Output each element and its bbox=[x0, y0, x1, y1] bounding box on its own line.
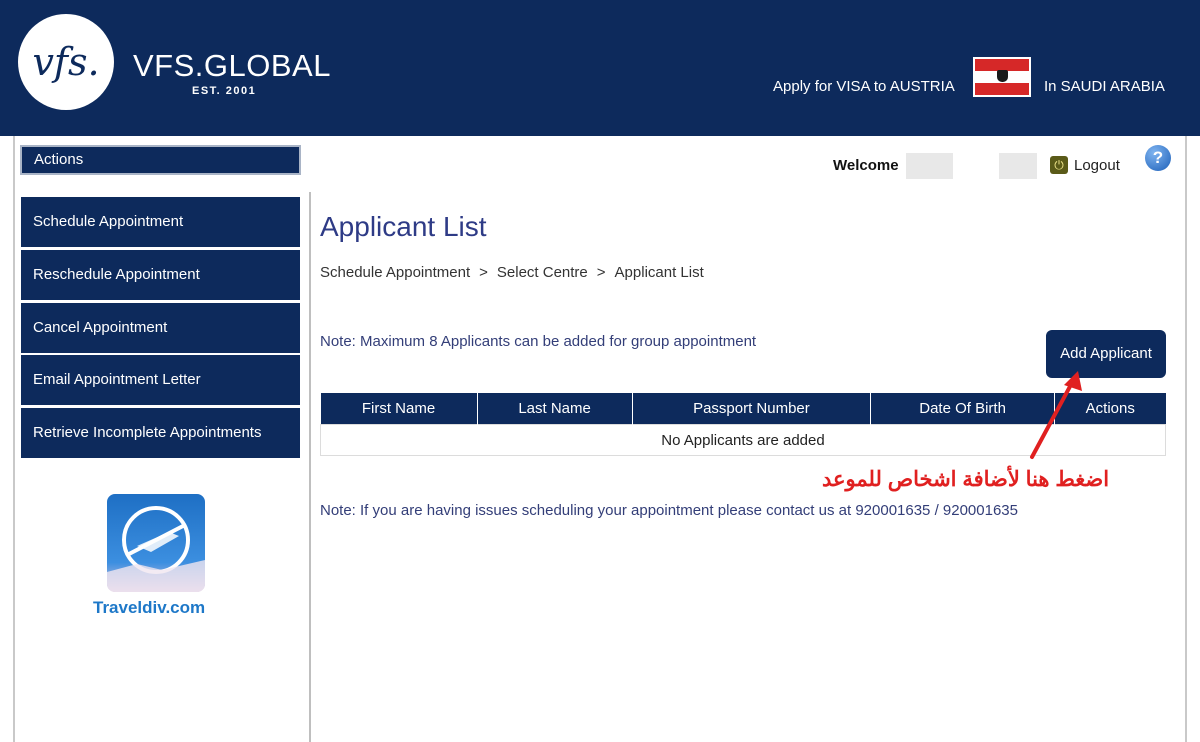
contact-note: Note: If you are having issues schedulin… bbox=[320, 502, 1018, 519]
welcome-label: Welcome bbox=[833, 157, 899, 174]
eagle-emblem-icon bbox=[997, 70, 1008, 82]
user-last-name-redacted bbox=[999, 153, 1037, 179]
breadcrumb-schedule-appointment[interactable]: Schedule Appointment bbox=[320, 264, 470, 281]
country-text: In SAUDI ARABIA bbox=[1044, 78, 1165, 95]
column-header-first-name[interactable]: First Name bbox=[320, 393, 478, 425]
column-header-last-name[interactable]: Last Name bbox=[477, 393, 633, 425]
austria-flag-icon bbox=[973, 57, 1031, 97]
sidebar-item-email-appointment-letter[interactable]: Email Appointment Letter bbox=[21, 355, 300, 405]
sidebar-item-reschedule-appointment[interactable]: Reschedule Appointment bbox=[21, 250, 300, 300]
sidebar-item-cancel-appointment[interactable]: Cancel Appointment bbox=[21, 303, 300, 353]
visa-destination-text: Apply for VISA to AUSTRIA bbox=[773, 78, 955, 95]
breadcrumb-separator: > bbox=[596, 264, 606, 281]
power-icon[interactable]: ⏻ bbox=[1050, 156, 1068, 174]
user-first-name-redacted bbox=[906, 153, 953, 179]
logout-link[interactable]: Logout bbox=[1074, 157, 1120, 174]
logo-mark: vfs. bbox=[32, 40, 100, 84]
annotation-text: اضغط هنا لأضافة اشخاص للموعد bbox=[822, 468, 1110, 491]
traveldiv-logo-icon bbox=[107, 494, 205, 592]
breadcrumb-separator: > bbox=[479, 264, 488, 281]
page-title: Applicant List bbox=[320, 211, 487, 242]
sidebar-header: Actions bbox=[20, 145, 301, 175]
promo-site-name[interactable]: Traveldiv.com bbox=[93, 598, 205, 618]
brand-established: EST. 2001 bbox=[192, 85, 257, 97]
breadcrumb-applicant-list: Applicant List bbox=[614, 264, 704, 281]
breadcrumb-select-centre[interactable]: Select Centre bbox=[497, 264, 588, 281]
annotation-arrow-icon bbox=[1030, 371, 1082, 459]
vfs-logo[interactable]: vfs. bbox=[18, 14, 114, 110]
sidebar-item-schedule-appointment[interactable]: Schedule Appointment bbox=[21, 197, 300, 247]
sidebar-item-retrieve-incomplete-appointments[interactable]: Retrieve Incomplete Appointments bbox=[21, 408, 300, 458]
help-icon[interactable]: ? bbox=[1145, 145, 1171, 171]
sidebar-divider bbox=[309, 192, 311, 742]
column-header-passport-number[interactable]: Passport Number bbox=[632, 393, 872, 425]
brand-name: VFS.GLOBAL bbox=[133, 48, 331, 83]
max-applicants-note: Note: Maximum 8 Applicants can be added … bbox=[320, 333, 757, 350]
header-bar: vfs. VFS.GLOBAL EST. 2001 Apply for VISA… bbox=[0, 0, 1200, 136]
breadcrumb: Schedule Appointment > Select Centre > Appli… bbox=[320, 264, 704, 281]
